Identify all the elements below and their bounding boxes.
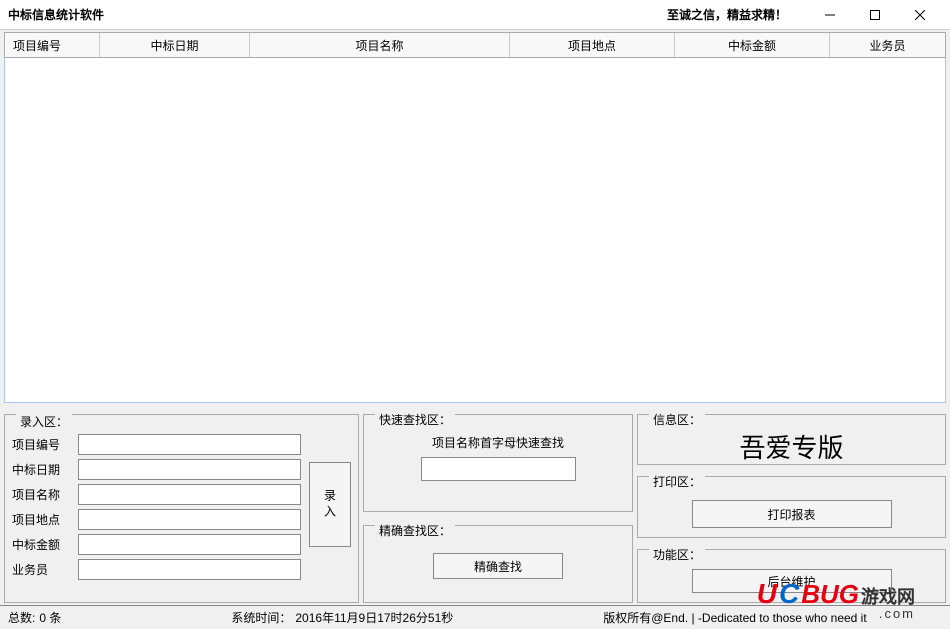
exact-search-panel: 精确查找区： 精确查找 <box>363 518 633 603</box>
titlebar-right: 至诚之信，精益求精！ <box>667 3 942 27</box>
exact-search-label: 精确查找区： <box>375 522 455 539</box>
input-project-number[interactable] <box>78 434 301 455</box>
quick-search-panel: 快速查找区： 项目名称首字母快速查找 <box>363 407 633 512</box>
func-panel-label: 功能区： <box>649 546 705 563</box>
maximize-button[interactable] <box>852 3 897 27</box>
label-project-number: 项目编号 <box>12 436 70 453</box>
col-project-number[interactable]: 项目编号 <box>5 33 100 57</box>
form-row-bid-date: 中标日期 <box>12 459 301 480</box>
right-panels: 信息区： 吾爱专版 打印区： 打印报表 功能区： 后台维护 <box>637 407 946 603</box>
label-project-name: 项目名称 <box>12 486 70 503</box>
minimize-button[interactable] <box>807 3 852 27</box>
input-project-name[interactable] <box>78 484 301 505</box>
form-row-salesperson: 业务员 <box>12 559 301 580</box>
statusbar: 总数: 0 条 系统时间： 2016年11月9日17时26分51秒 版权所有@E… <box>0 605 950 629</box>
input-project-location[interactable] <box>78 509 301 530</box>
input-panel-label: 录入区： <box>16 413 72 430</box>
input-panel: 录入区： 项目编号 中标日期 项目名称 项目地点 <box>4 407 359 603</box>
label-bid-amount: 中标金额 <box>12 536 70 553</box>
print-panel: 打印区： 打印报表 <box>637 469 946 538</box>
func-panel: 功能区： 后台维护 <box>637 542 946 603</box>
status-time: 系统时间： 2016年11月9日17时26分51秒 <box>231 609 453 626</box>
backend-maintenance-button[interactable]: 后台维护 <box>692 569 892 593</box>
col-salesperson[interactable]: 业务员 <box>830 33 945 57</box>
bottom-area: 录入区： 项目编号 中标日期 项目名称 项目地点 <box>0 403 950 603</box>
table-header: 项目编号 中标日期 项目名称 项目地点 中标金额 业务员 <box>4 32 946 58</box>
info-text: 吾爱专版 <box>645 428 938 465</box>
col-project-name[interactable]: 项目名称 <box>250 33 510 57</box>
col-bid-amount[interactable]: 中标金额 <box>675 33 830 57</box>
titlebar: 中标信息统计软件 至诚之信，精益求精！ <box>0 0 950 30</box>
table-body[interactable] <box>4 58 946 403</box>
quick-search-label: 快速查找区： <box>375 411 455 428</box>
search-panels: 快速查找区： 项目名称首字母快速查找 精确查找区： 精确查找 <box>363 407 633 603</box>
submit-button[interactable]: 录入 <box>309 462 351 547</box>
status-total: 总数: 0 条 <box>8 609 61 626</box>
status-total-label: 总数: <box>8 609 35 626</box>
input-bid-date[interactable] <box>78 459 301 480</box>
label-salesperson: 业务员 <box>12 561 70 578</box>
status-copyright: 版权所有@End. | -Dedicated to those who need… <box>603 609 866 626</box>
label-project-location: 项目地点 <box>12 511 70 528</box>
status-copyright-text: 版权所有@End. | -Dedicated to those who need… <box>603 609 866 626</box>
col-project-location[interactable]: 项目地点 <box>510 33 675 57</box>
form-row-bid-amount: 中标金额 <box>12 534 301 555</box>
app-title: 中标信息统计软件 <box>8 6 104 23</box>
status-time-value: 2016年11月9日17时26分51秒 <box>295 609 453 626</box>
input-bid-amount[interactable] <box>78 534 301 555</box>
exact-search-button[interactable]: 精确查找 <box>433 553 563 579</box>
print-report-button[interactable]: 打印报表 <box>692 500 892 528</box>
close-button[interactable] <box>897 3 942 27</box>
input-salesperson[interactable] <box>78 559 301 580</box>
info-panel-label: 信息区： <box>649 411 705 428</box>
quick-search-input[interactable] <box>421 457 576 481</box>
form-row-project-number: 项目编号 <box>12 434 301 455</box>
slogan: 至诚之信，精益求精！ <box>667 6 787 23</box>
form-row-project-location: 项目地点 <box>12 509 301 530</box>
form-row-project-name: 项目名称 <box>12 484 301 505</box>
window-controls <box>807 3 942 27</box>
info-panel: 信息区： 吾爱专版 <box>637 407 946 465</box>
status-total-value: 0 条 <box>39 609 61 626</box>
status-time-label: 系统时间： <box>231 609 291 626</box>
col-bid-date[interactable]: 中标日期 <box>100 33 250 57</box>
quick-search-text: 项目名称首字母快速查找 <box>371 434 625 451</box>
print-panel-label: 打印区： <box>649 473 705 490</box>
label-bid-date: 中标日期 <box>12 461 70 478</box>
